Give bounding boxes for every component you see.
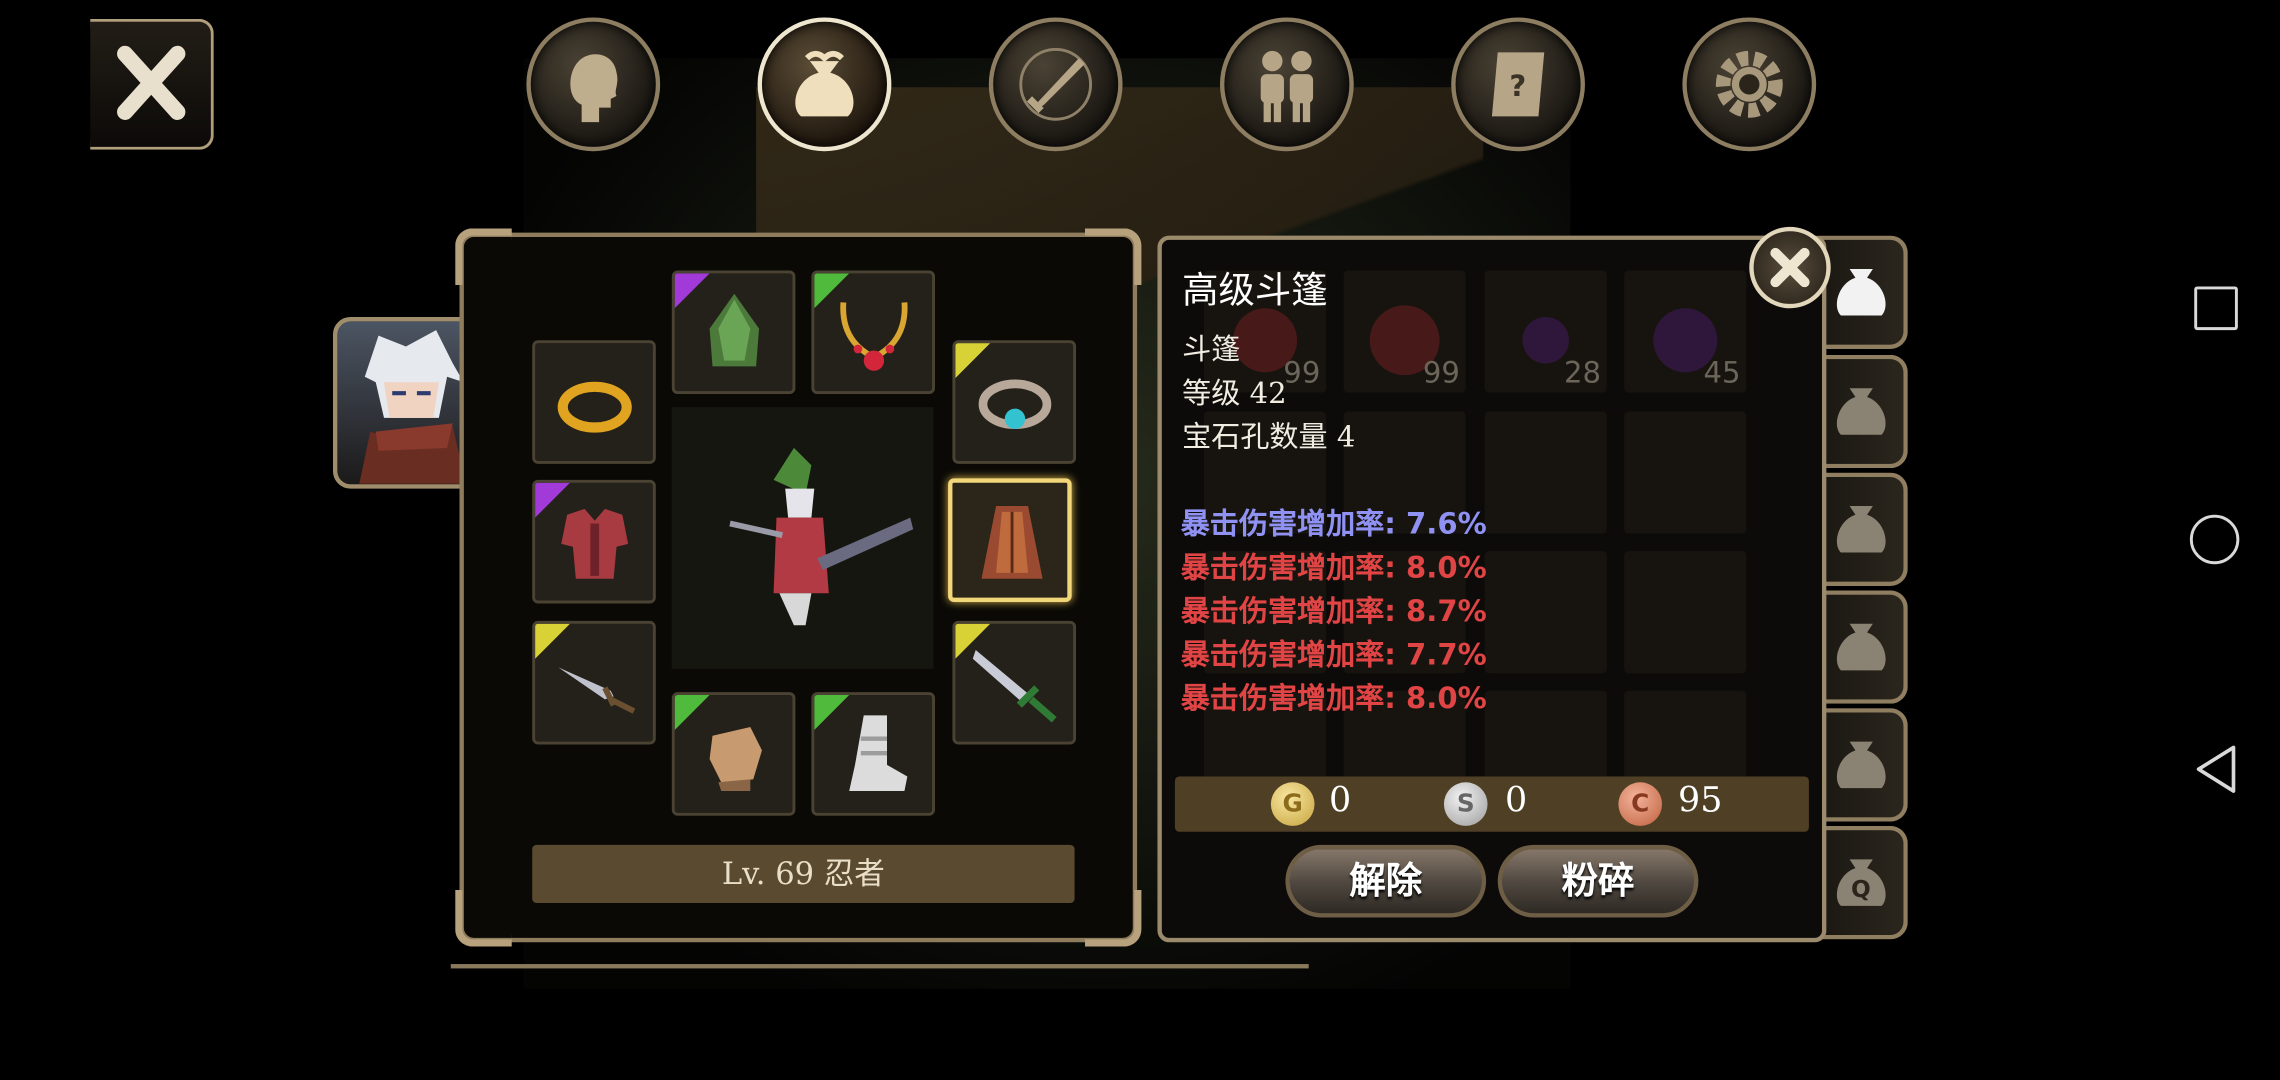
item-type: 斗篷 [1182,331,1241,367]
item-stat: 暴击伤害增加率: 8.0% [1180,680,1487,716]
item-name: 高级斗篷 [1182,269,1328,312]
side-tab-quest-bag[interactable]: Q [1817,825,1908,940]
ninja-character-icon [729,447,914,626]
grade-tag [535,482,571,518]
bag-icon [1836,623,1886,671]
head-icon [570,54,618,123]
bag-icon [1836,506,1886,553]
item-stat: 暴击伤害增加率: 7.7% [1180,636,1487,672]
silver-amount: 0 [1504,779,1528,821]
item-count: 99 [1422,354,1460,390]
tab-profile[interactable] [526,17,661,152]
item-stat: 暴击伤害增加率: 8.0% [1180,549,1487,585]
item-count: 28 [1563,354,1601,390]
cloak-slot-selected[interactable] [948,478,1072,602]
copper-coin-icon: C [1618,782,1663,826]
bag-icon [1836,741,1886,789]
panel-corner [455,228,512,286]
grade-tag [955,623,991,659]
tab-settings[interactable] [1682,17,1817,152]
inventory-cell [1484,551,1607,674]
character-level-label: Lv. 69 忍者 [532,844,1075,903]
inventory-cell: 28 [1484,270,1607,393]
character-preview [671,407,934,669]
silver-coin-icon: S [1443,782,1488,826]
close-menu-button[interactable] [90,18,214,150]
panel-corner [1084,228,1142,286]
close-icon [117,45,186,120]
svg-text:?: ? [1509,69,1526,103]
unequip-button[interactable]: 解除 [1285,844,1487,918]
side-tab-bag-3[interactable] [1817,472,1908,587]
item-stat: 暴击伤害增加率: 8.7% [1180,593,1487,629]
grade-tag [814,273,850,309]
bag-icon [1836,269,1886,316]
scroll-icon: ? [1491,52,1545,117]
inventory-cell: 99 [1343,270,1466,393]
inventory-cell: 45 [1624,270,1747,393]
grade-tag [814,695,850,730]
gold-ring-icon [557,381,632,433]
ring-slot[interactable] [532,340,656,464]
gold-coin-icon: G [1270,782,1315,826]
bag-icon [795,50,854,117]
gloves-slot[interactable] [671,692,796,816]
cloak-icon [981,506,1043,579]
item-count: 45 [1703,354,1741,390]
smash-button[interactable]: 粉碎 [1497,844,1699,918]
quest-bag-icon: Q [1836,859,1886,906]
tab-quests[interactable]: ? [1451,17,1585,152]
side-tab-bag-2[interactable] [1817,354,1908,469]
home-button[interactable] [2189,514,2240,565]
tab-bag[interactable] [757,17,892,152]
inventory-cell [1624,411,1747,534]
tab-skills[interactable] [988,17,1123,152]
boots-slot[interactable] [811,692,935,816]
item-stat: 暴击伤害增加率: 7.6% [1180,506,1487,541]
divider [450,964,1309,969]
weapon-right-slot[interactable] [952,620,1077,745]
gold-amount: 0 [1329,779,1352,821]
grade-tag [674,273,710,309]
panel-corner [1084,889,1142,947]
armor-slot[interactable] [532,479,656,604]
tab-party[interactable] [1219,17,1354,152]
grade-tag [535,623,571,659]
svg-text:Q: Q [1851,876,1871,903]
necklace-slot[interactable] [811,270,935,395]
earring-slot[interactable] [952,340,1077,464]
side-tab-bag-4[interactable] [1817,590,1908,704]
close-icon [1770,247,1810,288]
inventory-cell [1484,411,1607,534]
item-sockets: 宝石孔数量 4 [1182,418,1356,454]
bag-icon [1836,388,1886,435]
sword-compass-icon [1019,47,1093,121]
side-tab-bag-5[interactable] [1817,708,1908,822]
close-detail-button[interactable] [1749,226,1831,309]
grade-tag [674,695,710,730]
item-count: 99 [1283,354,1321,390]
people-icon [1260,50,1314,123]
helmet-slot[interactable] [671,270,796,395]
side-tab-bag-1[interactable] [1817,235,1908,349]
weapon-left-slot[interactable] [532,620,656,745]
copper-amount: 95 [1678,779,1723,821]
item-level: 等级 42 [1182,375,1287,411]
back-button[interactable] [2190,742,2242,797]
recent-apps-button[interactable] [2194,286,2238,331]
gear-icon [1715,50,1783,118]
inventory-cell [1624,551,1747,674]
grade-tag [955,343,991,379]
panel-corner [455,889,512,947]
